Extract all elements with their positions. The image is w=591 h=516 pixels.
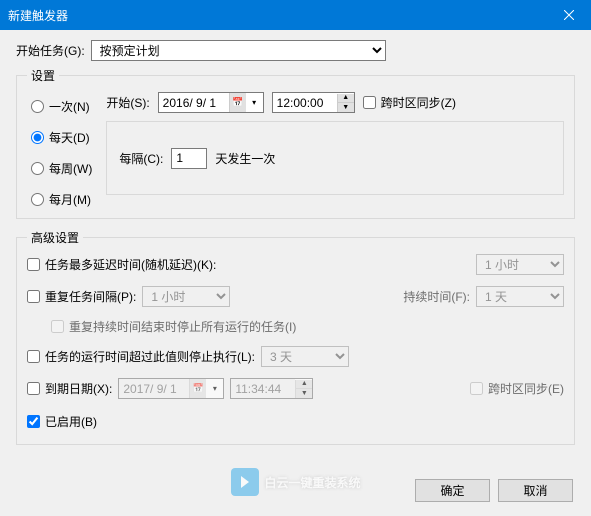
stop-repeat-input [51,320,64,333]
start-label: 开始(S): [106,94,149,111]
repeat-label: 重复任务间隔(P): [45,288,136,305]
close-icon [564,10,574,20]
radio-daily[interactable]: 每天(D) [31,129,92,146]
expire-label: 到期日期(X): [45,380,112,397]
stop-repeat-label: 重复持续时间结束时停止所有运行的任务(I) [69,318,296,335]
delay-checkbox[interactable]: 任务最多延迟时间(随机延迟)(K): [27,256,216,273]
expire-time-spinner: ▲▼ [230,378,313,399]
chevron-down-icon[interactable]: ▾ [246,93,263,112]
watermark: 白云一键重装系统 [230,468,360,496]
expire-tz-checkbox: 跨时区同步(E) [470,380,564,397]
watermark-icon [230,468,258,496]
task-label: 开始任务(G): [16,42,85,59]
enabled-input[interactable] [27,415,40,428]
cancel-button[interactable]: 取消 [498,479,573,502]
chevron-down-icon: ▾ [206,379,223,398]
start-row: 开始(S): 📅 ▾ ▲▼ 跨时区同步(Z) [106,92,564,113]
enabled-label: 已启用(B) [45,413,97,430]
calendar-icon[interactable]: 📅 [229,93,246,112]
window-title: 新建触发器 [8,7,68,24]
stop-repeat-row: 重复持续时间结束时停止所有运行的任务(I) [51,318,564,335]
delay-row: 任务最多延迟时间(随机延迟)(K): 1 小时 [27,254,564,275]
calendar-icon: 📅 [189,379,206,398]
delay-dropdown: 1 小时 [476,254,564,275]
expire-tz-input [470,382,483,395]
radio-daily-label: 每天(D) [49,129,90,146]
start-date-input[interactable] [159,93,229,112]
expire-date-input [119,379,189,398]
expire-time-input [231,379,295,398]
spin-down-icon: ▼ [296,389,312,398]
close-button[interactable] [546,0,591,30]
tz-sync-input[interactable] [363,96,376,109]
stop-repeat-checkbox: 重复持续时间结束时停止所有运行的任务(I) [51,318,296,335]
stop-after-dropdown: 3 天 [261,346,349,367]
stop-after-checkbox[interactable]: 任务的运行时间超过此值则停止执行(L): [27,348,255,365]
radio-monthly-input[interactable] [31,193,44,206]
repeat-check-input[interactable] [27,290,40,303]
radio-once-label: 一次(N) [49,98,90,115]
enabled-row: 已启用(B) [27,413,564,430]
start-date-picker[interactable]: 📅 ▾ [158,92,264,113]
titlebar: 新建触发器 [0,0,591,30]
recur-label: 每隔(C): [119,150,163,167]
expire-checkbox[interactable]: 到期日期(X): [27,380,112,397]
advanced-fieldset: 高级设置 任务最多延迟时间(随机延迟)(K): 1 小时 重复任务间隔(P): … [16,229,575,445]
radio-weekly-input[interactable] [31,162,44,175]
radio-monthly-label: 每月(M) [49,191,91,208]
footer-buttons: 确定 取消 [415,479,573,502]
expire-tz-label: 跨时区同步(E) [488,380,564,397]
duration-dropdown: 1 天 [476,286,564,307]
stop-after-label: 任务的运行时间超过此值则停止执行(L): [45,348,255,365]
tz-sync-label: 跨时区同步(Z) [381,94,456,111]
advanced-legend: 高级设置 [27,229,83,246]
settings-right-panel: 开始(S): 📅 ▾ ▲▼ 跨时区同步(Z) 每隔(C): 天发生一 [106,92,564,208]
tz-sync-checkbox[interactable]: 跨时区同步(Z) [363,94,456,111]
settings-fieldset: 设置 一次(N) 每天(D) 每周(W) 每月(M) 开始(S): 📅 ▾ [16,67,575,219]
radio-daily-input[interactable] [31,131,44,144]
repeat-row: 重复任务间隔(P): 1 小时 持续时间(F): 1 天 [27,286,564,307]
stop-after-input[interactable] [27,350,40,363]
spin-up-icon: ▲ [296,380,312,389]
watermark-text: 白云一键重装系统 [264,474,360,491]
repeat-dropdown: 1 小时 [142,286,230,307]
expire-row: 到期日期(X): 📅 ▾ ▲▼ 跨时区同步(E) [27,378,564,399]
spin-up-icon[interactable]: ▲ [338,94,354,103]
radio-monthly[interactable]: 每月(M) [31,191,92,208]
begin-task-dropdown[interactable]: 按预定计划 [91,40,386,61]
radio-weekly[interactable]: 每周(W) [31,160,92,177]
ok-button[interactable]: 确定 [415,479,490,502]
settings-legend: 设置 [27,67,59,84]
repeat-checkbox[interactable]: 重复任务间隔(P): [27,288,136,305]
enabled-checkbox[interactable]: 已启用(B) [27,413,97,430]
stop-after-row: 任务的运行时间超过此值则停止执行(L): 3 天 [27,346,564,367]
task-row: 开始任务(G): 按预定计划 [16,40,575,61]
expire-input[interactable] [27,382,40,395]
frequency-radios: 一次(N) 每天(D) 每周(W) 每月(M) [27,92,92,208]
spin-down-icon[interactable]: ▼ [338,103,354,112]
recur-box: 每隔(C): 天发生一次 [106,121,564,195]
dialog-content: 开始任务(G): 按预定计划 设置 一次(N) 每天(D) 每周(W) 每月(M… [0,30,591,465]
radio-weekly-label: 每周(W) [49,160,92,177]
expire-date-picker: 📅 ▾ [118,378,224,399]
delay-label: 任务最多延迟时间(随机延迟)(K): [45,256,216,273]
start-time-input[interactable] [273,93,337,112]
delay-check-input[interactable] [27,258,40,271]
radio-once-input[interactable] [31,100,44,113]
radio-once[interactable]: 一次(N) [31,98,92,115]
duration-label: 持续时间(F): [403,288,470,305]
recur-suffix: 天发生一次 [215,150,275,167]
start-time-spinner[interactable]: ▲▼ [272,92,355,113]
recur-value-input[interactable] [171,148,207,169]
